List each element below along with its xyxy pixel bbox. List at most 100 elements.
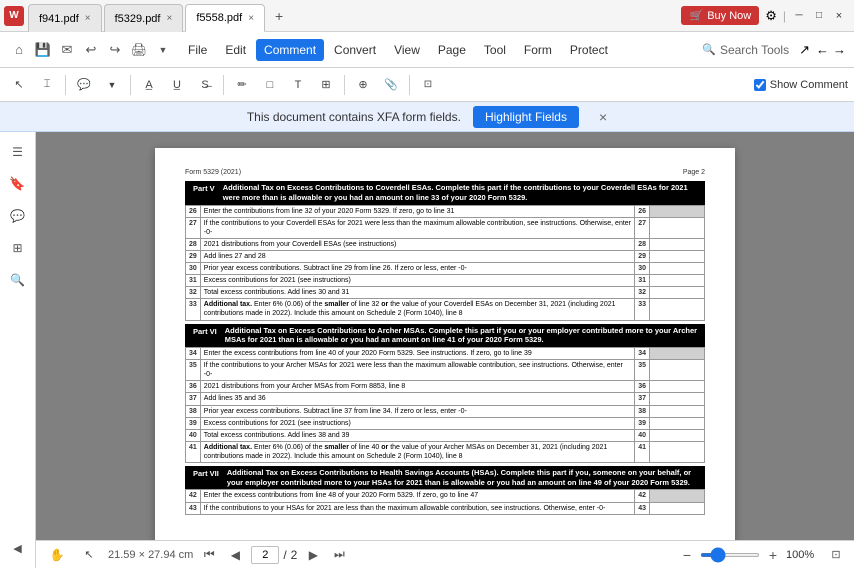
minimize-button[interactable]: ─	[792, 9, 806, 23]
forward-icon[interactable]: →	[833, 42, 846, 57]
cursor-tool-btn[interactable]: ↖	[76, 542, 102, 568]
row-field-num-35: 35	[635, 360, 650, 381]
menu-view[interactable]: View	[386, 39, 428, 61]
highlight-btn[interactable]: A̲	[136, 72, 162, 98]
toolbar-sep-4	[344, 75, 345, 95]
zoom-out-btn[interactable]: −	[678, 546, 696, 564]
save-icon[interactable]: 💾	[32, 39, 54, 61]
underline-btn[interactable]: U̲	[164, 72, 190, 98]
sidebar-comment-icon[interactable]: 💬	[6, 204, 30, 228]
attach-btn[interactable]: 📎	[378, 72, 404, 98]
row-field-num-42: 42	[635, 490, 650, 502]
row-num-43: 43	[186, 502, 201, 514]
tab-f5329-close[interactable]: ×	[166, 13, 172, 24]
pdf-page-container[interactable]: Form 5329 (2021) Page 2 Part V Additiona…	[36, 132, 854, 568]
menu-comment[interactable]: Comment	[256, 39, 324, 61]
page-number-input[interactable]	[251, 546, 279, 564]
page-separator: /	[283, 548, 286, 562]
print-icon[interactable]: 🖨	[128, 39, 150, 61]
sticky-note-btn[interactable]: 💬	[71, 72, 97, 98]
print-dropdown-icon[interactable]: ▼	[152, 39, 174, 61]
share-icon[interactable]: ↗	[799, 42, 810, 58]
xfa-message: This document contains XFA form fields.	[247, 110, 461, 124]
title-bar: W f941.pdf × f5329.pdf × f5558.pdf × + 🛒…	[0, 0, 854, 32]
email-icon[interactable]: ✉	[56, 39, 78, 61]
zoom-slider[interactable]	[700, 553, 760, 557]
row-field-num-37: 37	[635, 393, 650, 405]
text-select-btn[interactable]: ⌶	[34, 72, 60, 98]
redo-icon[interactable]: ↪	[104, 39, 126, 61]
row-field-38	[650, 405, 705, 417]
additional-tax-vi-text: Additional tax. Enter 6% (0.06) of the s…	[200, 441, 634, 462]
tab-f941[interactable]: f941.pdf ×	[28, 4, 102, 32]
next-page-btn[interactable]: ▶	[303, 545, 323, 565]
search-tools-area[interactable]: 🔍 Search Tools	[702, 43, 789, 57]
menu-protect[interactable]: Protect	[562, 39, 616, 61]
first-page-btn[interactable]: ⏮	[199, 545, 219, 565]
prev-page-btn[interactable]: ◀	[225, 545, 245, 565]
maximize-button[interactable]: □	[812, 9, 826, 23]
tab-f5329[interactable]: f5329.pdf ×	[104, 4, 184, 32]
show-comment-checkbox[interactable]	[754, 79, 766, 91]
table-row: 39 Excess contributions for 2021 (see in…	[186, 417, 705, 429]
app-icon: W	[4, 6, 24, 26]
row-field-28	[650, 238, 705, 250]
sidebar-pages-icon[interactable]: ⊞	[6, 236, 30, 260]
content-area: ☰ 🔖 💬 ⊞ 🔍 ◀ Form 5329 (2021) Page 2 Part…	[0, 132, 854, 568]
xfa-close-button[interactable]: ×	[599, 109, 607, 125]
part-vi: Part VI Additional Tax on Excess Contrib…	[185, 324, 705, 463]
row-field-27	[650, 217, 705, 238]
buy-now-button[interactable]: 🛒 Buy Now	[681, 6, 759, 25]
sidebar-search-icon[interactable]: 🔍	[6, 268, 30, 292]
row-num-33: 33	[186, 299, 201, 320]
tab-f941-label: f941.pdf	[39, 13, 79, 25]
menu-form[interactable]: Form	[516, 39, 560, 61]
callout-btn[interactable]: ⊞	[313, 72, 339, 98]
part-v-label: Part V	[189, 183, 219, 203]
zoom-in-btn[interactable]: +	[764, 546, 782, 564]
tab-f5558[interactable]: f5558.pdf ×	[185, 4, 265, 32]
back-icon[interactable]: ←	[816, 42, 829, 57]
strikethrough-btn[interactable]: S̶	[192, 72, 218, 98]
shapes-btn[interactable]: □	[257, 72, 283, 98]
sidebar-panel-icon[interactable]: ☰	[6, 140, 30, 164]
fit-page-btn[interactable]: ⊡	[826, 545, 846, 565]
tab-add-button[interactable]: +	[267, 4, 291, 28]
select-tool-btn[interactable]: ↖	[6, 72, 32, 98]
toolbar-sep-2	[130, 75, 131, 95]
undo-icon[interactable]: ↩	[80, 39, 102, 61]
tab-f5558-close[interactable]: ×	[248, 13, 254, 24]
stamp-btn[interactable]: ⊕	[350, 72, 376, 98]
text-box-btn[interactable]: T	[285, 72, 311, 98]
settings-icon[interactable]: ⚙	[765, 8, 777, 24]
table-row: 36 2021 distributions from your Archer M…	[186, 381, 705, 393]
menu-convert[interactable]: Convert	[326, 39, 384, 61]
close-button[interactable]: ×	[832, 9, 846, 23]
menu-home[interactable]: File	[180, 39, 215, 61]
hand-tool-btn[interactable]: ✋	[44, 542, 70, 568]
sidebar-bookmark-icon[interactable]: 🔖	[6, 172, 30, 196]
menu-page[interactable]: Page	[430, 39, 474, 61]
menu-tool[interactable]: Tool	[476, 39, 514, 61]
home-icon[interactable]: ⌂	[8, 39, 30, 61]
draw-btn[interactable]: ✏	[229, 72, 255, 98]
row-num-35: 35	[186, 360, 201, 381]
row-field-num-31: 31	[635, 275, 650, 287]
sidebar-collapse-icon[interactable]: ◀	[6, 536, 30, 560]
part-vii-header: Part VII Additional Tax on Excess Contri…	[185, 466, 705, 490]
additional-tax-v-text: Additional tax. Enter 6% (0.06) of the s…	[200, 299, 634, 320]
highlight-fields-button[interactable]: Highlight Fields	[473, 106, 579, 128]
last-page-btn[interactable]: ⏭	[329, 545, 349, 565]
row-text-36: 2021 distributions from your Archer MSAs…	[200, 381, 634, 393]
part-vi-table: 34 Enter the excess contributions from l…	[185, 347, 705, 463]
table-row: 28 2021 distributions from your Coverdel…	[186, 238, 705, 250]
page-label: Page 2	[683, 168, 705, 177]
row-field-num-40: 40	[635, 429, 650, 441]
menu-edit[interactable]: Edit	[217, 39, 254, 61]
sticky-note-dropdown[interactable]: ▼	[99, 72, 125, 98]
separator-icon: |	[783, 9, 786, 23]
measure-btn[interactable]: ⊡	[415, 72, 441, 98]
row-num-26: 26	[186, 205, 201, 217]
row-field-num-30: 30	[635, 263, 650, 275]
tab-f941-close[interactable]: ×	[85, 13, 91, 24]
